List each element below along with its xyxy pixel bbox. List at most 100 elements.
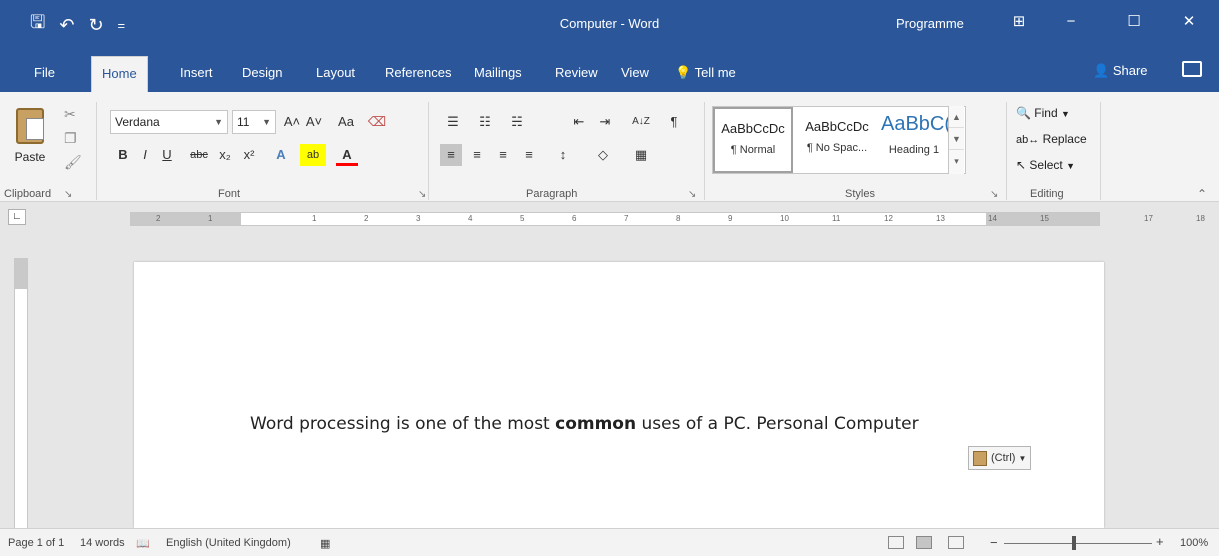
styles-launcher-icon[interactable]: ↘ [990, 189, 998, 200]
multilevel-list-button[interactable]: ☵ [504, 111, 530, 133]
zoom-level[interactable]: 100% [1180, 537, 1208, 549]
superscript-button[interactable]: x² [238, 144, 260, 166]
show-formatting-marks-button[interactable]: ¶ [664, 111, 684, 133]
paste-button[interactable]: Paste [10, 108, 50, 164]
font-name-combo[interactable]: Verdana ▼ [110, 110, 228, 134]
numbering-button[interactable]: ☷ [472, 111, 498, 133]
paragraph-launcher-icon[interactable]: ↘ [688, 189, 696, 200]
strikethrough-button[interactable]: abc [186, 144, 212, 166]
style-no-spacing[interactable]: AaBbCcDc ¶ No Spac... [797, 107, 877, 173]
web-layout-icon[interactable] [948, 536, 964, 549]
font-color-button[interactable]: A [336, 144, 358, 166]
ribbon-display-options-icon[interactable]: ⊞ [1004, 10, 1034, 34]
font-size-combo[interactable]: 11 ▼ [232, 110, 276, 134]
find-button[interactable]: 🔍 Find ▼ [1016, 106, 1070, 120]
zoom-in-button[interactable]: + [1156, 534, 1164, 549]
zoom-out-button[interactable]: − [990, 535, 998, 550]
highlight-color-button[interactable]: ab [300, 144, 326, 166]
zoom-slider-thumb[interactable] [1072, 536, 1076, 550]
tab-home[interactable]: Home [91, 56, 148, 92]
ruler-tick: 3 [416, 214, 421, 223]
cut-icon[interactable]: ✂ [64, 106, 76, 123]
share-button[interactable]: 👤 Share [1093, 63, 1148, 79]
chevron-down-icon: ▼ [214, 117, 223, 127]
format-painter-icon[interactable]: 🖌 [64, 154, 82, 171]
document-paragraph[interactable]: Word processing is one of the most commo… [250, 414, 919, 434]
page-count[interactable]: Page 1 of 1 [8, 537, 64, 549]
vertical-ruler[interactable] [14, 258, 28, 530]
macro-recording-icon[interactable]: ▦ [320, 537, 330, 550]
more-styles-icon[interactable]: ▾ [949, 150, 964, 172]
grow-font-button[interactable]: A˄ [282, 111, 302, 133]
ruler-tick: 10 [780, 214, 789, 223]
shading-button[interactable]: ◇ [588, 144, 618, 166]
user-name[interactable]: Programme [896, 16, 964, 31]
change-case-button[interactable]: Aa [332, 111, 360, 133]
select-label: Select [1029, 158, 1063, 172]
shrink-font-button[interactable]: A˅ [304, 111, 324, 133]
increase-indent-button[interactable]: ⇥ [594, 111, 616, 133]
style-sample: AaBbCcDc [721, 121, 785, 136]
line-spacing-button[interactable]: ↕ [548, 144, 578, 166]
center-button[interactable]: ≡ [466, 144, 488, 166]
replace-label: Replace [1042, 132, 1087, 146]
ruler-row: ∟ 2 1 1 2 3 4 5 6 7 8 9 10 11 12 13 14 15 17 18 [0, 202, 1219, 232]
tab-design[interactable]: Design [232, 56, 292, 92]
divider [1100, 102, 1101, 200]
bullets-button[interactable]: ☰ [440, 111, 466, 133]
tab-review[interactable]: Review [545, 56, 608, 92]
comments-icon[interactable] [1182, 61, 1202, 77]
title-bar: 🖫 ↶ ↻ = Computer - Word Programme ⊞ − ☐ … [0, 0, 1219, 46]
select-button[interactable]: ↖ Select ▼ [1016, 158, 1075, 172]
tab-insert[interactable]: Insert [170, 56, 223, 92]
scroll-down-icon[interactable]: ▼ [949, 128, 964, 150]
ruler-tick: 17 [1144, 214, 1153, 223]
maximize-button[interactable]: ☐ [1119, 10, 1149, 34]
tab-view[interactable]: View [611, 56, 659, 92]
justify-button[interactable]: ≡ [518, 144, 540, 166]
replace-button[interactable]: ab↔ Replace [1016, 132, 1087, 146]
copy-icon[interactable]: ❐ [64, 130, 77, 147]
language[interactable]: English (United Kingdom) [166, 537, 291, 549]
zoom-slider-track[interactable] [1004, 543, 1152, 544]
close-button[interactable]: ✕ [1174, 10, 1204, 34]
borders-button[interactable]: ▦ [626, 144, 656, 166]
status-bar: Page 1 of 1 14 words 📖 English (United K… [0, 528, 1219, 556]
tell-me-search[interactable]: 💡 Tell me [665, 56, 746, 92]
tab-references[interactable]: References [375, 56, 461, 92]
tab-mailings[interactable]: Mailings [464, 56, 532, 92]
paste-options-button[interactable]: (Ctrl) ▼ [968, 446, 1032, 470]
minimize-button[interactable]: − [1056, 10, 1086, 34]
word-count[interactable]: 14 words [80, 537, 125, 549]
proofing-icon[interactable]: 📖 [136, 537, 150, 550]
horizontal-ruler[interactable]: 2 1 1 2 3 4 5 6 7 8 9 10 11 12 13 14 15 17 18 [130, 212, 1205, 226]
italic-button[interactable]: I [136, 144, 154, 166]
sort-button[interactable]: A↓Z [628, 111, 654, 133]
tab-layout[interactable]: Layout [306, 56, 365, 92]
divider [428, 102, 429, 200]
text-effects-button[interactable]: A [270, 144, 292, 166]
decrease-indent-button[interactable]: ⇤ [568, 111, 590, 133]
style-heading-1[interactable]: AaBbC( Heading 1 [881, 107, 951, 173]
bold-button[interactable]: B [114, 144, 132, 166]
align-left-button[interactable]: ≡ [440, 144, 462, 166]
clipboard-launcher-icon[interactable]: ↘ [64, 189, 72, 200]
read-mode-icon[interactable] [888, 536, 904, 549]
clear-formatting-icon[interactable]: ⌫ [366, 111, 388, 133]
chevron-down-icon: ▼ [1018, 454, 1027, 463]
font-launcher-icon[interactable]: ↘ [418, 189, 426, 200]
ribbon-home: Paste ✂ ❐ 🖌 Clipboard ↘ Verdana ▼ 11 ▼ A… [0, 92, 1219, 202]
print-layout-icon[interactable] [916, 536, 932, 549]
group-label-clipboard: Clipboard [4, 188, 52, 200]
scroll-up-icon[interactable]: ▲ [949, 106, 964, 128]
align-right-button[interactable]: ≡ [492, 144, 514, 166]
clipboard-icon [973, 451, 987, 466]
divider [704, 102, 705, 200]
collapse-ribbon-icon[interactable]: ⌃ [1197, 187, 1207, 201]
style-normal[interactable]: AaBbCcDc ¶ Normal [713, 107, 793, 173]
subscript-button[interactable]: x₂ [214, 144, 236, 166]
document-page[interactable] [134, 262, 1104, 528]
tab-selector-icon[interactable]: ∟ [8, 209, 26, 225]
underline-button[interactable]: U [158, 144, 176, 166]
tab-file[interactable]: File [24, 56, 65, 92]
